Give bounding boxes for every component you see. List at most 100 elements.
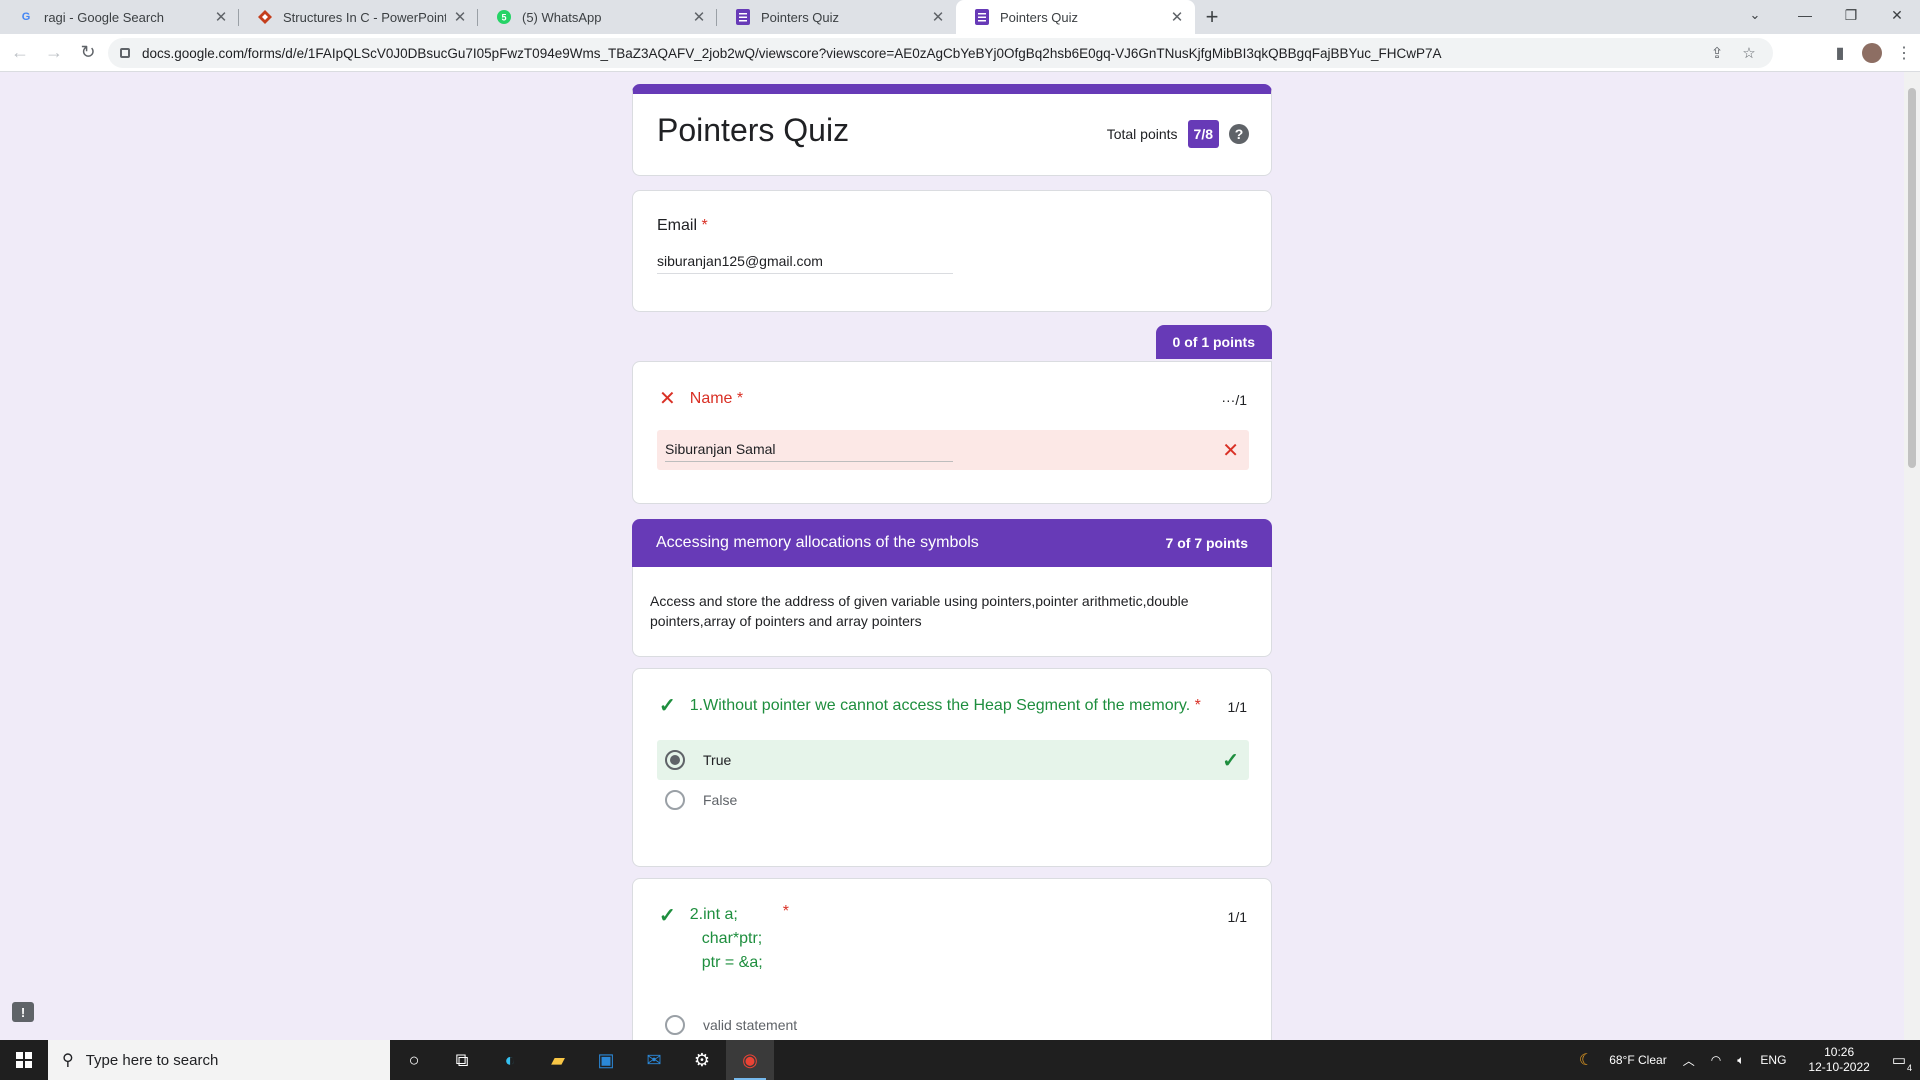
q1-option-false: False: [657, 780, 1249, 820]
incorrect-x-icon: ✕: [1222, 440, 1239, 462]
taskbar-search-placeholder: Type here to search: [85, 1051, 219, 1069]
scrollbar-thumb[interactable]: [1908, 88, 1916, 468]
settings-gear-icon[interactable]: ⚙: [678, 1040, 726, 1080]
incorrect-x-icon: ✕: [659, 388, 676, 410]
search-icon: ⚲: [62, 1052, 74, 1069]
powerpoint-icon: [257, 9, 273, 25]
email-value: siburanjan125@gmail.com: [657, 253, 953, 274]
taskbar-clock[interactable]: 10:26 12-10-2022: [1808, 1045, 1869, 1075]
page-title: Pointers Quiz: [657, 112, 850, 148]
browser-menu-icon[interactable]: ⋮: [1888, 43, 1920, 63]
close-tab-icon[interactable]: ✕: [1169, 9, 1185, 26]
mail-icon[interactable]: ✉: [630, 1040, 678, 1080]
section-description-card: Access and store the address of given va…: [632, 567, 1272, 657]
chrome-icon[interactable]: ◉: [726, 1040, 774, 1080]
q1-option-true: True ✓: [657, 740, 1249, 780]
section-header: Accessing memory allocations of the symb…: [632, 519, 1272, 567]
notification-center-icon[interactable]: ▭ 4: [1892, 1051, 1912, 1073]
correct-check-icon: ✓: [659, 905, 676, 927]
tab-title: (5) WhatsApp: [522, 9, 602, 25]
close-tab-icon[interactable]: ✕: [930, 9, 946, 26]
system-tray: ☾ 68°F Clear ︿ ◠ 🔈︎ ENG 10:26 12-10-2022…: [1571, 1040, 1920, 1080]
report-issue-icon[interactable]: !: [12, 1002, 34, 1022]
edge-icon[interactable]: ◐: [486, 1040, 534, 1080]
close-tab-icon[interactable]: ✕: [213, 9, 229, 26]
back-arrow-icon[interactable]: ←: [6, 39, 34, 67]
window-controls: — ❐ ✕: [1782, 0, 1920, 30]
language-indicator[interactable]: ENG: [1760, 1053, 1786, 1067]
cortana-icon[interactable]: ○: [390, 1040, 438, 1080]
windows-start-button[interactable]: [0, 1040, 48, 1080]
name-question-header: ✕ Name *: [659, 386, 743, 411]
q2-option-valid-statement: valid statement: [657, 1005, 1249, 1040]
file-explorer-icon[interactable]: ▰: [534, 1040, 582, 1080]
browser-tab-pointers-quiz-1[interactable]: Pointers Quiz ✕: [717, 0, 956, 34]
tab-search-chevron-icon[interactable]: ⌄: [1732, 0, 1778, 30]
restore-icon[interactable]: ❐: [1828, 0, 1874, 30]
profile-avatar[interactable]: [1862, 43, 1882, 63]
name-points-tab: 0 of 1 points: [1155, 325, 1272, 359]
clock-date: 12-10-2022: [1808, 1060, 1870, 1074]
tray-chevron-up-icon[interactable]: ︿: [1683, 1052, 1695, 1069]
browser-toolbar: ← → ↻ docs.google.com/forms/d/e/1FAIpQLS…: [0, 34, 1920, 72]
q1-score: 1/1: [1227, 699, 1247, 715]
name-score: ···/1: [1221, 392, 1247, 408]
volume-icon[interactable]: 🔈︎: [1737, 1053, 1744, 1068]
network-icon[interactable]: ◠: [1711, 1053, 1721, 1067]
share-icon[interactable]: ⇪: [1701, 44, 1733, 62]
store-icon[interactable]: ▣: [582, 1040, 630, 1080]
browser-tab-powerpoint[interactable]: Structures In C - PowerPoint Slide ✕: [239, 0, 478, 34]
q2-line-1: 2.int a;: [689, 906, 738, 923]
window-close-icon[interactable]: ✕: [1874, 0, 1920, 30]
form-page: Pointers Quiz Total points 7/8 ? Email *…: [0, 72, 1920, 1040]
tab-title: ragi - Google Search: [44, 9, 164, 25]
tab-title: Pointers Quiz: [761, 9, 840, 25]
close-tab-icon[interactable]: ✕: [452, 9, 468, 26]
email-label-text: Email: [657, 217, 698, 234]
question-2-card: ✓ 2.int a; char*ptr; ptr = &a; * 1/1 val…: [632, 878, 1272, 1040]
q2-line-2: char*ptr;: [701, 930, 763, 947]
reload-icon[interactable]: ↻: [74, 39, 102, 67]
minimize-icon[interactable]: —: [1782, 0, 1828, 30]
forward-arrow-icon[interactable]: →: [40, 39, 68, 67]
correct-check-icon: ✓: [1222, 749, 1239, 772]
browser-tab-google[interactable]: G ragi - Google Search ✕: [0, 0, 239, 34]
radio-unselected: [665, 790, 685, 810]
notification-count: 4: [1906, 1063, 1912, 1073]
radio-unselected: [665, 1015, 685, 1035]
address-bar[interactable]: docs.google.com/forms/d/e/1FAIpQLScV0J0D…: [108, 38, 1773, 68]
bookmark-star-icon[interactable]: ☆: [1733, 44, 1765, 62]
correct-check-icon: ✓: [659, 695, 676, 717]
taskbar-search-box[interactable]: ⚲ Type here to search: [48, 1040, 390, 1080]
email-label: Email *: [657, 217, 708, 235]
lock-icon: [120, 48, 130, 58]
required-mark: *: [736, 389, 744, 407]
google-icon: G: [21, 11, 31, 23]
help-icon[interactable]: ?: [1229, 124, 1249, 144]
url-text[interactable]: docs.google.com/forms/d/e/1FAIpQLScV0J0D…: [142, 46, 1701, 61]
name-answer-box: Siburanjan Samal ✕: [657, 430, 1249, 470]
browser-tab-whatsapp[interactable]: 5 (5) WhatsApp ✕: [478, 0, 717, 34]
section-title: Accessing memory allocations of the symb…: [656, 534, 979, 551]
q2-text: 2.int a; char*ptr; ptr = &a;: [690, 903, 763, 975]
section-description: Access and store the address of given va…: [650, 593, 1189, 629]
browser-tab-pointers-quiz-2[interactable]: Pointers Quiz ✕: [956, 0, 1195, 34]
page-scrollbar[interactable]: [1904, 72, 1920, 1040]
total-points-label: Total points: [1106, 126, 1178, 142]
section-points: 7 of 7 points: [1165, 535, 1248, 551]
name-card: ✕ Name * ···/1 Siburanjan Samal ✕: [632, 361, 1272, 504]
weather-text[interactable]: 68°F Clear: [1609, 1053, 1667, 1067]
svg-text:5: 5: [501, 13, 506, 23]
new-tab-button[interactable]: +: [1195, 0, 1229, 34]
total-score-badge: 7/8: [1187, 120, 1219, 148]
forms-icon: [735, 9, 751, 25]
total-points: Total points 7/8 ?: [1107, 120, 1249, 148]
form-header-card: Pointers Quiz Total points 7/8 ?: [632, 84, 1272, 176]
close-tab-icon[interactable]: ✕: [691, 9, 707, 26]
side-panel-icon[interactable]: ▮: [1824, 43, 1856, 63]
option-label: False: [703, 792, 738, 808]
task-view-icon[interactable]: ⧉: [438, 1040, 486, 1080]
weather-moon-icon: ☾: [1578, 1052, 1594, 1069]
option-label: True: [703, 752, 732, 768]
q2-header: ✓ 2.int a; char*ptr; ptr = &a; *: [659, 903, 789, 975]
